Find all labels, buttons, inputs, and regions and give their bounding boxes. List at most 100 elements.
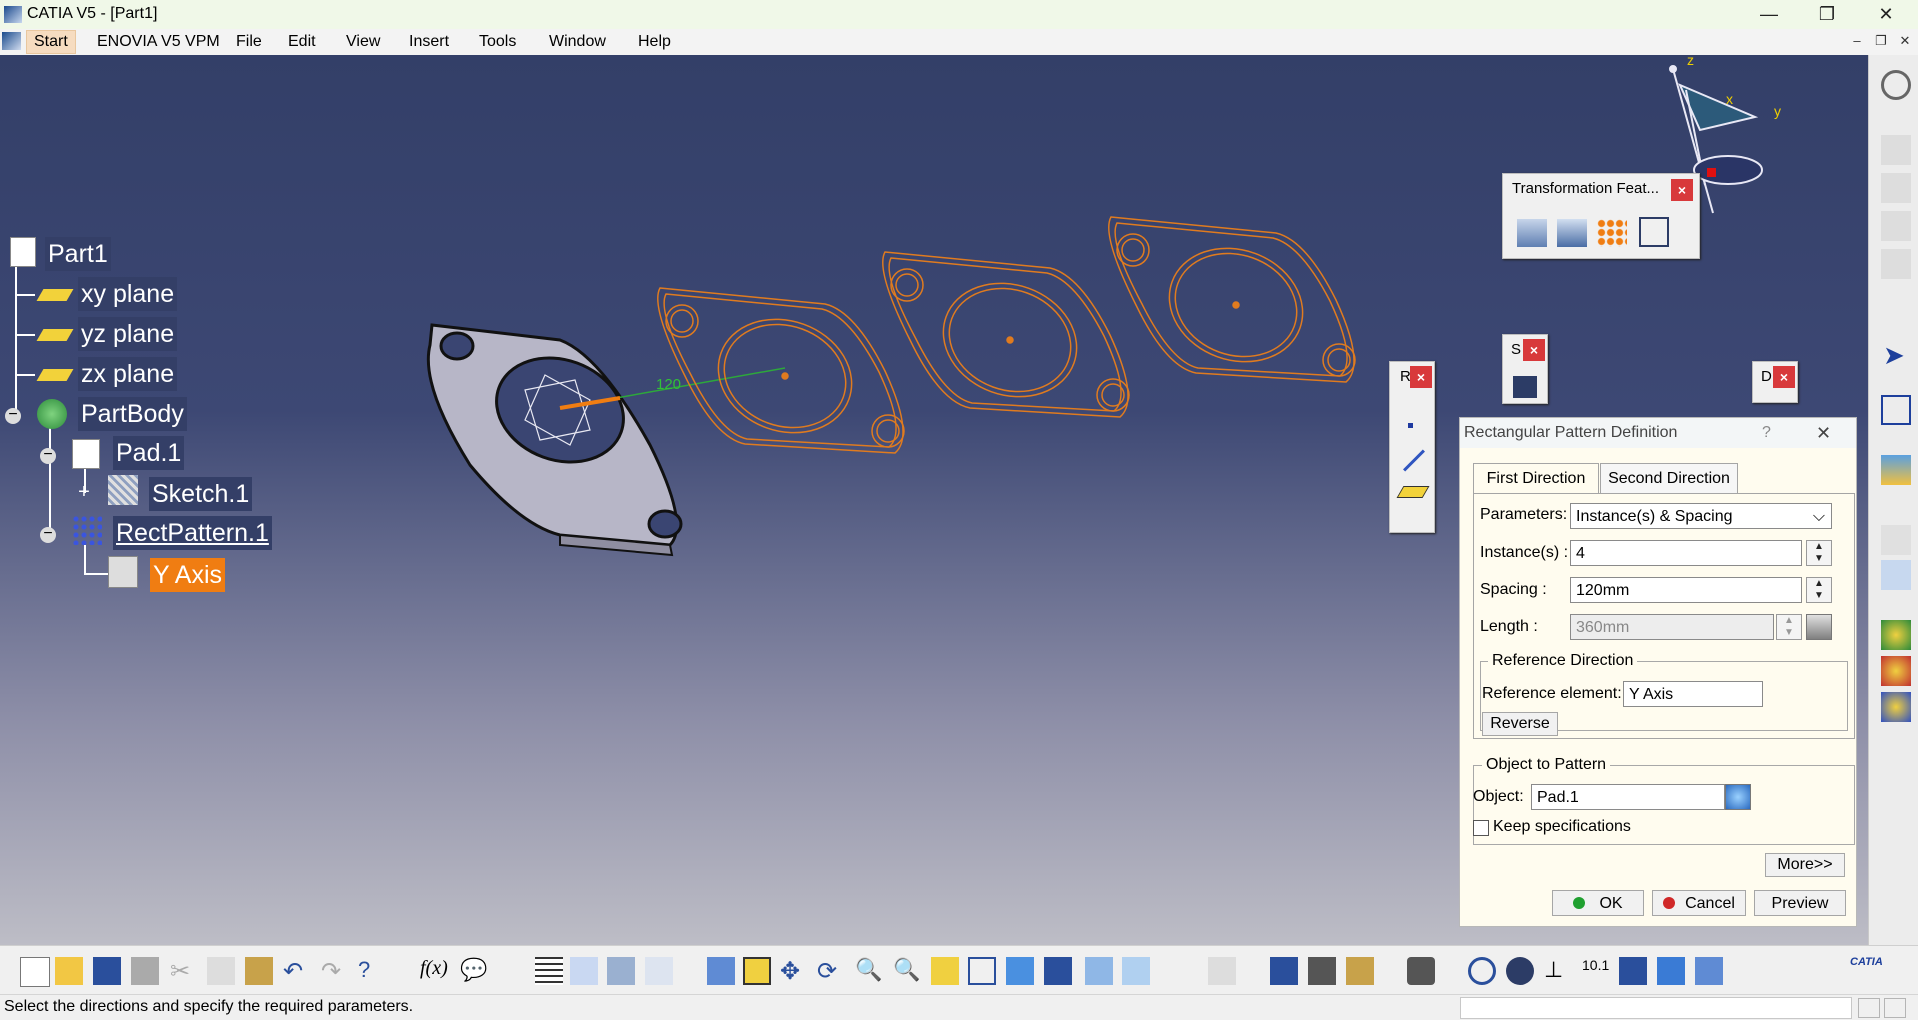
help-button[interactable]: ?	[1762, 424, 1771, 442]
keep-specifications-checkbox[interactable]	[1473, 820, 1489, 836]
measure-inertia-icon[interactable]	[1346, 957, 1374, 985]
catalog-icon[interactable]	[607, 957, 635, 985]
menu-window[interactable]: Window	[545, 32, 610, 52]
print-icon[interactable]	[131, 957, 159, 985]
rotate-icon[interactable]: ⟳	[817, 957, 845, 985]
normal-view-icon[interactable]	[931, 957, 959, 985]
doc-close-button[interactable]: ✕	[1896, 33, 1914, 51]
reverse-button[interactable]: Reverse	[1482, 712, 1558, 736]
tab-second-direction[interactable]: Second Direction	[1600, 463, 1738, 494]
iso-view-icon[interactable]	[1006, 957, 1034, 985]
rectangular-pattern-icon[interactable]	[1597, 219, 1627, 247]
comment-icon[interactable]: 💬	[460, 957, 488, 985]
close-toolbar-button[interactable]: ×	[1523, 339, 1545, 361]
tree-item-part1[interactable]: Part1	[45, 237, 111, 271]
zoom-in-icon[interactable]: 🔍	[855, 957, 883, 985]
sketcher-grid-icon[interactable]	[1208, 957, 1236, 985]
spacing-input[interactable]: 120mm	[1570, 577, 1802, 603]
formula-icon[interactable]: f(x)	[420, 957, 448, 985]
command-input[interactable]	[1460, 997, 1852, 1019]
macro-icon[interactable]	[645, 957, 673, 985]
close-toolbar-button[interactable]: ×	[1773, 366, 1795, 388]
new-file-icon[interactable]	[20, 957, 50, 987]
catia-menu-icon[interactable]	[2, 32, 21, 50]
tree-item-rectpattern1[interactable]: RectPattern.1	[113, 516, 272, 550]
minimize-button[interactable]: —	[1746, 0, 1792, 29]
camera-icon[interactable]	[1407, 957, 1435, 985]
hide-show-icon[interactable]	[1085, 957, 1113, 985]
instances-input[interactable]: 4	[1570, 540, 1802, 566]
whats-this-icon[interactable]: ?	[358, 957, 386, 985]
workbench-icon[interactable]	[1881, 135, 1911, 165]
shading-icon[interactable]	[1044, 957, 1072, 985]
list-icon[interactable]	[1657, 957, 1685, 985]
workbench-icon[interactable]	[1881, 249, 1911, 279]
multi-view-icon[interactable]	[968, 957, 996, 985]
tab-first-direction[interactable]: First Direction	[1473, 463, 1599, 494]
axis-system-icon[interactable]: ⊥	[1544, 957, 1572, 985]
tree-item-sketch1[interactable]: Sketch.1	[149, 477, 253, 511]
menu-tools[interactable]: Tools	[475, 32, 520, 52]
menu-view[interactable]: View	[342, 32, 384, 52]
workbench-icon[interactable]	[1881, 211, 1911, 241]
tree-item-xy-plane[interactable]: xy plane	[78, 277, 178, 311]
plane-tool-icon[interactable]	[1695, 957, 1723, 985]
undo-icon[interactable]: ↶	[283, 957, 311, 985]
line-icon[interactable]	[1403, 449, 1425, 472]
dialog-close-button[interactable]: ✕	[1816, 423, 1831, 444]
tree-item-partbody[interactable]: PartBody	[78, 397, 187, 431]
zoom-out-icon[interactable]: 🔍	[893, 957, 921, 985]
menu-edit[interactable]: Edit	[284, 32, 320, 52]
copy-icon[interactable]	[207, 957, 235, 985]
menu-insert[interactable]: Insert	[405, 32, 453, 52]
analysis-icon[interactable]	[1881, 692, 1911, 722]
menu-start[interactable]: Start	[26, 30, 76, 54]
close-toolbar-button[interactable]: ×	[1671, 179, 1693, 201]
workbench-icon[interactable]	[1881, 173, 1911, 203]
update-icon[interactable]	[1468, 957, 1496, 985]
pad-solid[interactable]	[426, 323, 683, 557]
ok-button[interactable]: OK	[1552, 890, 1644, 916]
mirror-icon[interactable]	[1557, 219, 1587, 247]
expand-sketch-icon[interactable]: +	[76, 482, 92, 502]
object-selector-icon[interactable]	[1725, 784, 1751, 810]
sketch-icon[interactable]	[1881, 395, 1911, 425]
menu-enovia[interactable]: ENOVIA V5 VPM	[93, 32, 224, 52]
cut-icon[interactable]: ✂	[170, 957, 198, 985]
maximize-button[interactable]: ❐	[1804, 0, 1850, 29]
collapse-pattern-icon[interactable]: −	[40, 526, 56, 543]
doc-minimize-button[interactable]: –	[1848, 33, 1866, 51]
swap-visible-icon[interactable]	[1122, 957, 1150, 985]
more-button[interactable]: More>>	[1765, 853, 1845, 877]
reference-element-field[interactable]: Y Axis	[1623, 681, 1763, 707]
object-field[interactable]: Pad.1	[1531, 784, 1725, 810]
3d-compass-icon[interactable]	[1619, 957, 1647, 985]
pan-icon[interactable]: ✥	[780, 957, 808, 985]
paste-icon[interactable]	[245, 957, 273, 985]
measure-item-icon[interactable]	[1308, 957, 1336, 985]
spacing-stepper[interactable]: ▲ ▼	[1806, 577, 1832, 603]
redo-icon[interactable]: ↷	[321, 957, 349, 985]
doc-restore-button[interactable]: ❐	[1872, 33, 1890, 51]
menu-file[interactable]: File	[232, 32, 266, 52]
instances-stepper[interactable]: ▲ ▼	[1806, 540, 1832, 566]
point-icon[interactable]	[1408, 423, 1413, 428]
tree-item-pad1[interactable]: Pad.1	[113, 436, 185, 470]
fit-all-icon[interactable]	[743, 957, 771, 985]
tree-item-yz-plane[interactable]: yz plane	[78, 317, 178, 351]
knowledge-icon[interactable]	[570, 957, 598, 985]
close-window-button[interactable]: ✕	[1863, 0, 1909, 29]
close-toolbar-button[interactable]: ×	[1410, 366, 1432, 388]
axis-system-icon[interactable]	[1881, 525, 1911, 555]
hand-icon[interactable]	[1506, 957, 1534, 985]
select-arrow-icon[interactable]: ➤	[1883, 340, 1905, 371]
collapse-pad-icon[interactable]: −	[40, 447, 56, 464]
analysis-icon[interactable]	[1881, 656, 1911, 686]
layers-icon[interactable]	[1881, 455, 1911, 485]
plane-icon[interactable]	[1396, 486, 1430, 498]
units-icon[interactable]: 10.1	[1582, 957, 1610, 985]
lock-icon[interactable]	[1806, 614, 1832, 640]
translation-icon[interactable]	[1517, 219, 1547, 247]
analysis-icon[interactable]	[1881, 620, 1911, 650]
menu-help[interactable]: Help	[634, 32, 675, 52]
